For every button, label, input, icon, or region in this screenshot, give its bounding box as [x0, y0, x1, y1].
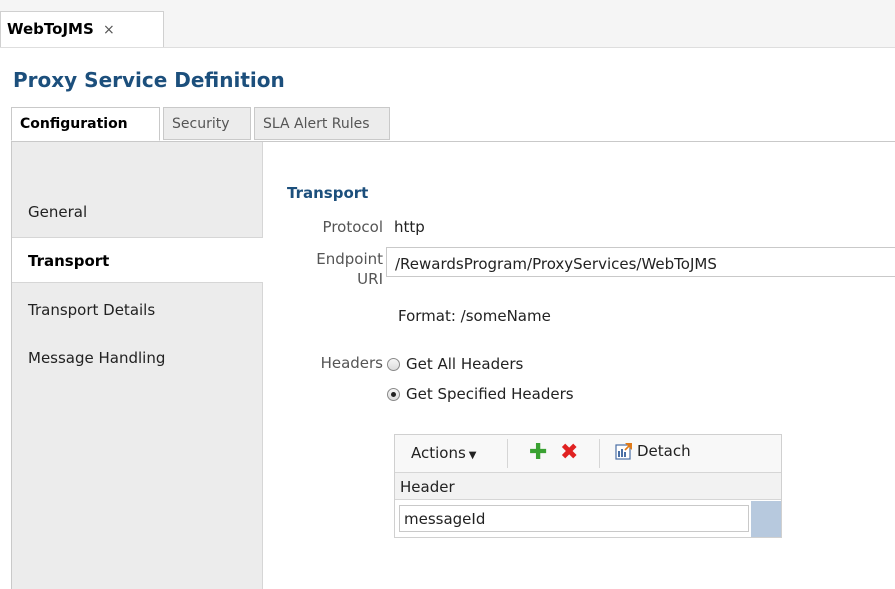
detach-icon: [615, 443, 632, 460]
actions-label: Actions: [411, 444, 466, 462]
radio-label: Get Specified Headers: [406, 385, 574, 403]
sidebar-item-transport-details[interactable]: Transport Details: [12, 287, 262, 333]
table-row[interactable]: messageId: [395, 501, 781, 537]
section-title-transport: Transport: [287, 184, 369, 202]
endpoint-uri-label-line2: URI: [357, 270, 383, 288]
protocol-value: http: [394, 218, 425, 236]
tab-configuration[interactable]: Configuration: [11, 107, 160, 141]
delete-icon[interactable]: ✖: [560, 440, 578, 465]
radio-label: Get All Headers: [406, 355, 524, 373]
sidebar-item-transport[interactable]: Transport: [12, 237, 263, 283]
tab-sla-alert-rules[interactable]: SLA Alert Rules: [254, 107, 390, 140]
document-tab-webtojms[interactable]: WebToJMS ×: [0, 11, 164, 47]
sidebar-item-general[interactable]: General: [12, 189, 262, 235]
headers-label: Headers: [320, 354, 383, 372]
endpoint-uri-label-line1: Endpoint: [316, 250, 383, 268]
format-hint: Format: /someName: [398, 307, 551, 325]
radio-button-selected[interactable]: [387, 387, 400, 401]
document-tab-bar: WebToJMS ×: [0, 0, 895, 48]
sidebar: General Transport Transport Details Mess…: [12, 142, 263, 589]
sidebar-item-message-handling[interactable]: Message Handling: [12, 335, 262, 381]
radio-get-all-headers[interactable]: Get All Headers: [387, 355, 523, 373]
detach-button[interactable]: Detach: [615, 442, 691, 460]
toolbar-divider: [507, 439, 508, 468]
detach-label: Detach: [637, 442, 691, 460]
column-header-header[interactable]: Header: [395, 473, 781, 500]
endpoint-uri-input[interactable]: /RewardsProgram/ProxyServices/WebToJMS: [386, 247, 895, 277]
radio-button[interactable]: [387, 357, 400, 371]
headers-table: Actions ▼ ✚ ✖ Detach Header messageId: [394, 434, 782, 538]
document-tab-label: WebToJMS: [7, 20, 94, 38]
radio-get-specified-headers[interactable]: Get Specified Headers: [387, 385, 574, 403]
tab-security[interactable]: Security: [163, 107, 251, 140]
toolbar-divider: [599, 439, 600, 468]
protocol-label: Protocol: [322, 218, 383, 236]
page-title: Proxy Service Definition: [13, 68, 285, 92]
chevron-down-icon: ▼: [468, 450, 477, 461]
header-cell-input[interactable]: messageId: [399, 505, 749, 532]
actions-menu-button[interactable]: Actions ▼: [411, 444, 477, 462]
table-toolbar: Actions ▼ ✚ ✖ Detach: [395, 435, 781, 473]
add-icon[interactable]: ✚: [529, 440, 547, 465]
close-icon[interactable]: ×: [103, 22, 115, 38]
row-selection-indicator: [751, 501, 781, 537]
